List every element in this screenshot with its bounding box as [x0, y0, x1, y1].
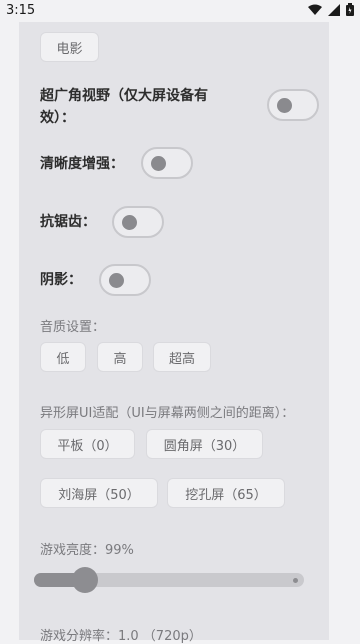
toggle-knob	[122, 215, 137, 230]
brightness-slider[interactable]	[34, 567, 304, 593]
flat-screen-button[interactable]: 平板（0）	[40, 429, 135, 459]
toggle-knob	[151, 156, 166, 171]
quality-ultra-button[interactable]: 超高	[153, 342, 211, 372]
shadow-label: 阴影：	[40, 272, 82, 288]
wide-fov-label: 超广角视野（仅大屏设备有效）：	[40, 88, 208, 126]
toggle-knob	[109, 273, 124, 288]
slider-end-dot	[293, 578, 298, 583]
status-bar: 3:15	[0, 0, 360, 22]
sharpness-label: 清晰度增强：	[40, 156, 124, 172]
settings-panel: 电影 超广角视野（仅大屏设备有效）： 清晰度增强： 抗锯齿： 阴影： 音质设置：…	[19, 22, 329, 644]
sharpness-toggle[interactable]	[141, 147, 193, 179]
quality-high-button[interactable]: 高	[97, 342, 143, 372]
antialias-toggle[interactable]	[112, 206, 164, 238]
hole-punch-button[interactable]: 挖孔屏（65）	[167, 478, 285, 508]
quality-low-button[interactable]: 低	[40, 342, 86, 372]
signal-icon	[328, 3, 340, 16]
notch-screen-button[interactable]: 刘海屏（50）	[40, 478, 158, 508]
status-time: 3:15	[6, 3, 36, 18]
brightness-slider-knob[interactable]	[72, 567, 98, 593]
wide-fov-toggle[interactable]	[267, 89, 319, 121]
movie-button[interactable]: 电影	[40, 32, 99, 62]
wifi-icon	[308, 4, 322, 15]
resolution-label: 游戏分辨率：1.0 （720p）	[40, 629, 202, 644]
shadow-toggle[interactable]	[99, 264, 151, 296]
status-icons	[308, 3, 354, 16]
brightness-label: 游戏亮度：99%	[40, 543, 134, 558]
toggle-knob	[277, 98, 292, 113]
antialias-label: 抗锯齿：	[40, 214, 96, 230]
round-corner-button[interactable]: 圆角屏（30）	[146, 429, 263, 459]
battery-icon	[346, 3, 354, 16]
notch-adapt-label: 异形屏UI适配（UI与屏幕两侧之间的距离）：	[40, 406, 295, 421]
audio-quality-label: 音质设置：	[40, 320, 106, 335]
